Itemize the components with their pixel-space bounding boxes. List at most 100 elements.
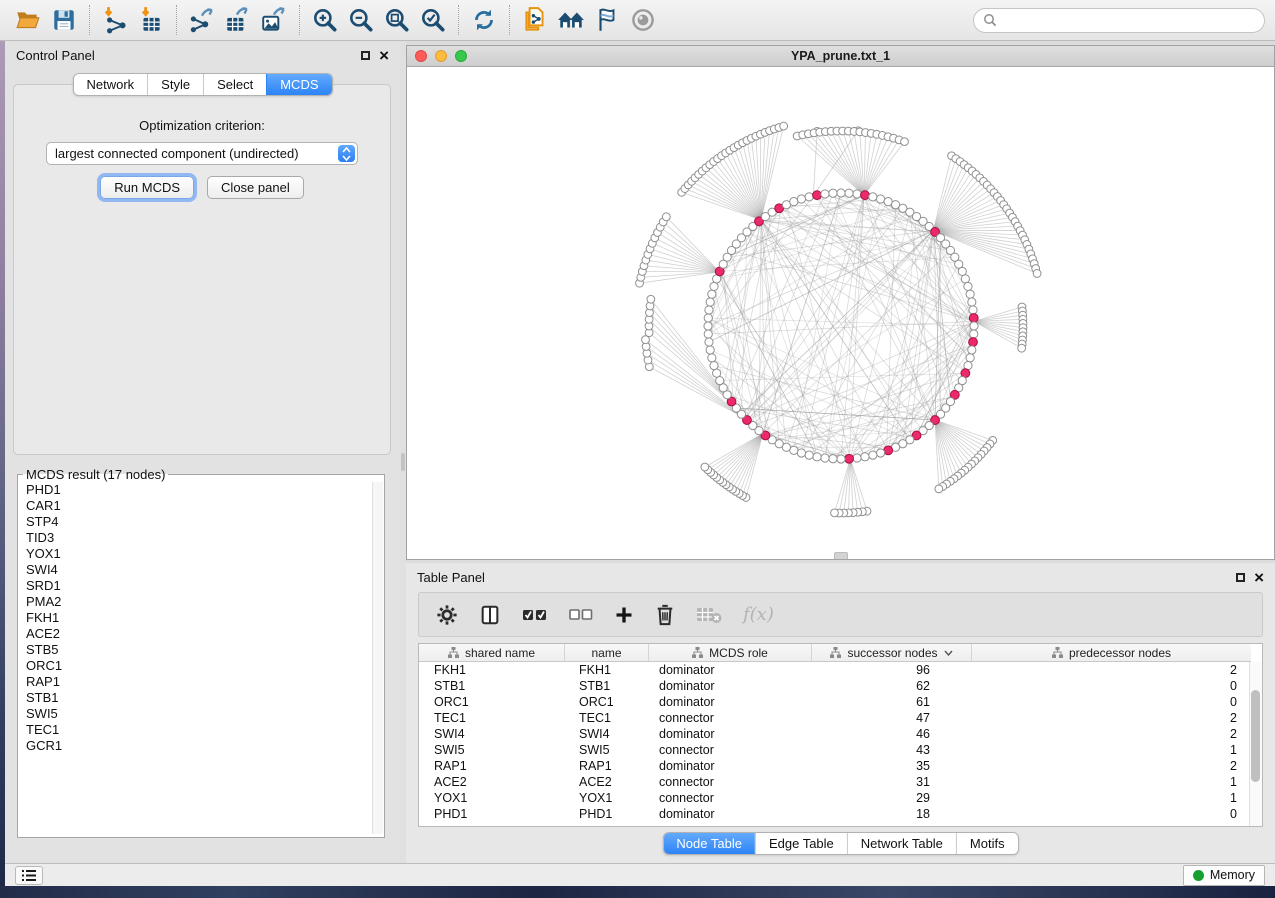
- leaf-node[interactable]: [662, 213, 670, 221]
- ring-node[interactable]: [964, 282, 972, 290]
- ring-node[interactable]: [821, 190, 829, 198]
- mcds-result-item[interactable]: STB5: [19, 642, 371, 658]
- table-scrollbar-thumb[interactable]: [1251, 690, 1260, 782]
- ring-node[interactable]: [876, 449, 884, 457]
- eye-button[interactable]: [625, 3, 661, 37]
- leaf-node[interactable]: [935, 485, 943, 493]
- ring-node[interactable]: [710, 361, 718, 369]
- ring-node[interactable]: [837, 455, 845, 463]
- table-tab-motifs[interactable]: Motifs: [956, 833, 1018, 854]
- ring-node[interactable]: [966, 354, 974, 362]
- mcds-node[interactable]: [845, 454, 854, 463]
- ring-node[interactable]: [837, 189, 845, 197]
- ring-node[interactable]: [970, 322, 978, 330]
- leaf-node[interactable]: [1033, 270, 1041, 278]
- zoom-fit-button[interactable]: [379, 3, 415, 37]
- float-panel-icon[interactable]: [361, 51, 370, 60]
- mcds-result-item[interactable]: PHD1: [19, 482, 371, 498]
- export-network-button[interactable]: [184, 3, 220, 37]
- mcds-result-item[interactable]: TEC1: [19, 722, 371, 738]
- ring-node[interactable]: [797, 449, 805, 457]
- unselect-all-button[interactable]: [569, 602, 593, 628]
- table-tab-edge-table[interactable]: Edge Table: [755, 833, 847, 854]
- ring-node[interactable]: [821, 454, 829, 462]
- table-row[interactable]: FKH1FKH1dominator962: [419, 662, 1262, 678]
- ring-node[interactable]: [708, 290, 716, 298]
- network-canvas[interactable]: [407, 67, 1274, 559]
- ring-node[interactable]: [790, 198, 798, 206]
- tab-style[interactable]: Style: [147, 74, 203, 95]
- mcds-node[interactable]: [969, 314, 978, 323]
- flag-button[interactable]: [589, 3, 625, 37]
- delete-table-button[interactable]: [696, 602, 722, 628]
- refresh-layout-button[interactable]: [466, 3, 502, 37]
- column-header-MCDS-role[interactable]: MCDS role: [649, 644, 812, 662]
- table-row[interactable]: RAP1RAP1dominator352: [419, 758, 1262, 774]
- ring-node[interactable]: [813, 453, 821, 461]
- mcds-result-item[interactable]: ORC1: [19, 658, 371, 674]
- table-tab-node-table[interactable]: Node Table: [663, 833, 755, 854]
- table-tab-network-table[interactable]: Network Table: [847, 833, 956, 854]
- table-row[interactable]: TEC1TEC1connector472: [419, 710, 1262, 726]
- ring-node[interactable]: [961, 275, 969, 283]
- ring-node[interactable]: [704, 322, 712, 330]
- leaf-node[interactable]: [780, 122, 788, 130]
- ring-node[interactable]: [876, 195, 884, 203]
- import-table-button[interactable]: [133, 3, 169, 37]
- table-settings-button[interactable]: [436, 602, 458, 628]
- mcds-result-item[interactable]: YOX1: [19, 546, 371, 562]
- ring-node[interactable]: [853, 190, 861, 198]
- ring-node[interactable]: [704, 330, 712, 338]
- mcds-result-item[interactable]: RAP1: [19, 674, 371, 690]
- ring-node[interactable]: [966, 290, 974, 298]
- ring-node[interactable]: [861, 453, 869, 461]
- mcds-node[interactable]: [861, 191, 870, 200]
- import-network-button[interactable]: [97, 3, 133, 37]
- mcds-result-item[interactable]: SWI4: [19, 562, 371, 578]
- ring-node[interactable]: [869, 451, 877, 459]
- leaf-node[interactable]: [647, 295, 655, 303]
- mcds-result-list[interactable]: PHD1CAR1STP4TID3YOX1SWI4SRD1PMA2FKH1ACE2…: [19, 482, 371, 834]
- minimize-window-icon[interactable]: [435, 50, 447, 62]
- table-scrollbar[interactable]: [1249, 662, 1262, 826]
- zoom-in-button[interactable]: [307, 3, 343, 37]
- show-columns-button[interactable]: [479, 602, 501, 628]
- tab-select[interactable]: Select: [203, 74, 266, 95]
- network-graph[interactable]: [407, 67, 1274, 559]
- horizontal-splitter-handle[interactable]: [834, 552, 848, 559]
- ring-node[interactable]: [706, 346, 714, 354]
- table-row[interactable]: PHD1PHD1dominator180: [419, 806, 1262, 822]
- add-column-button[interactable]: [614, 602, 634, 628]
- search-field[interactable]: [973, 8, 1265, 33]
- delete-column-button[interactable]: [655, 602, 675, 628]
- export-image-button[interactable]: [256, 3, 292, 37]
- ring-node[interactable]: [845, 189, 853, 197]
- vertical-splitter-handle[interactable]: [401, 453, 405, 471]
- leaf-node[interactable]: [701, 463, 709, 471]
- ring-node[interactable]: [968, 346, 976, 354]
- mcds-result-item[interactable]: SWI5: [19, 706, 371, 722]
- ring-node[interactable]: [805, 193, 813, 201]
- table-row[interactable]: SWI5SWI5connector431: [419, 742, 1262, 758]
- two-houses-button[interactable]: [553, 3, 589, 37]
- function-builder-button[interactable]: f(x): [743, 602, 774, 628]
- ring-node[interactable]: [829, 189, 837, 197]
- criterion-dropdown[interactable]: largest connected component (undirected): [46, 142, 358, 165]
- mcds-result-item[interactable]: TID3: [19, 530, 371, 546]
- ring-node[interactable]: [829, 455, 837, 463]
- ring-node[interactable]: [805, 451, 813, 459]
- memory-button[interactable]: Memory: [1183, 865, 1265, 886]
- table-row[interactable]: ACE2ACE2connector311: [419, 774, 1262, 790]
- zoom-selected-button[interactable]: [415, 3, 451, 37]
- column-header-shared-name[interactable]: shared name: [419, 644, 565, 662]
- ring-node[interactable]: [708, 354, 716, 362]
- leaf-node[interactable]: [831, 509, 839, 517]
- mcds-result-item[interactable]: GCR1: [19, 738, 371, 754]
- mcds-result-item[interactable]: FKH1: [19, 610, 371, 626]
- table-row[interactable]: ORC1ORC1dominator610: [419, 694, 1262, 710]
- ring-node[interactable]: [970, 330, 978, 338]
- ring-node[interactable]: [705, 338, 713, 346]
- mcds-result-item[interactable]: CAR1: [19, 498, 371, 514]
- mcds-result-item[interactable]: ACE2: [19, 626, 371, 642]
- close-table-panel-icon[interactable]: ×: [1254, 572, 1264, 583]
